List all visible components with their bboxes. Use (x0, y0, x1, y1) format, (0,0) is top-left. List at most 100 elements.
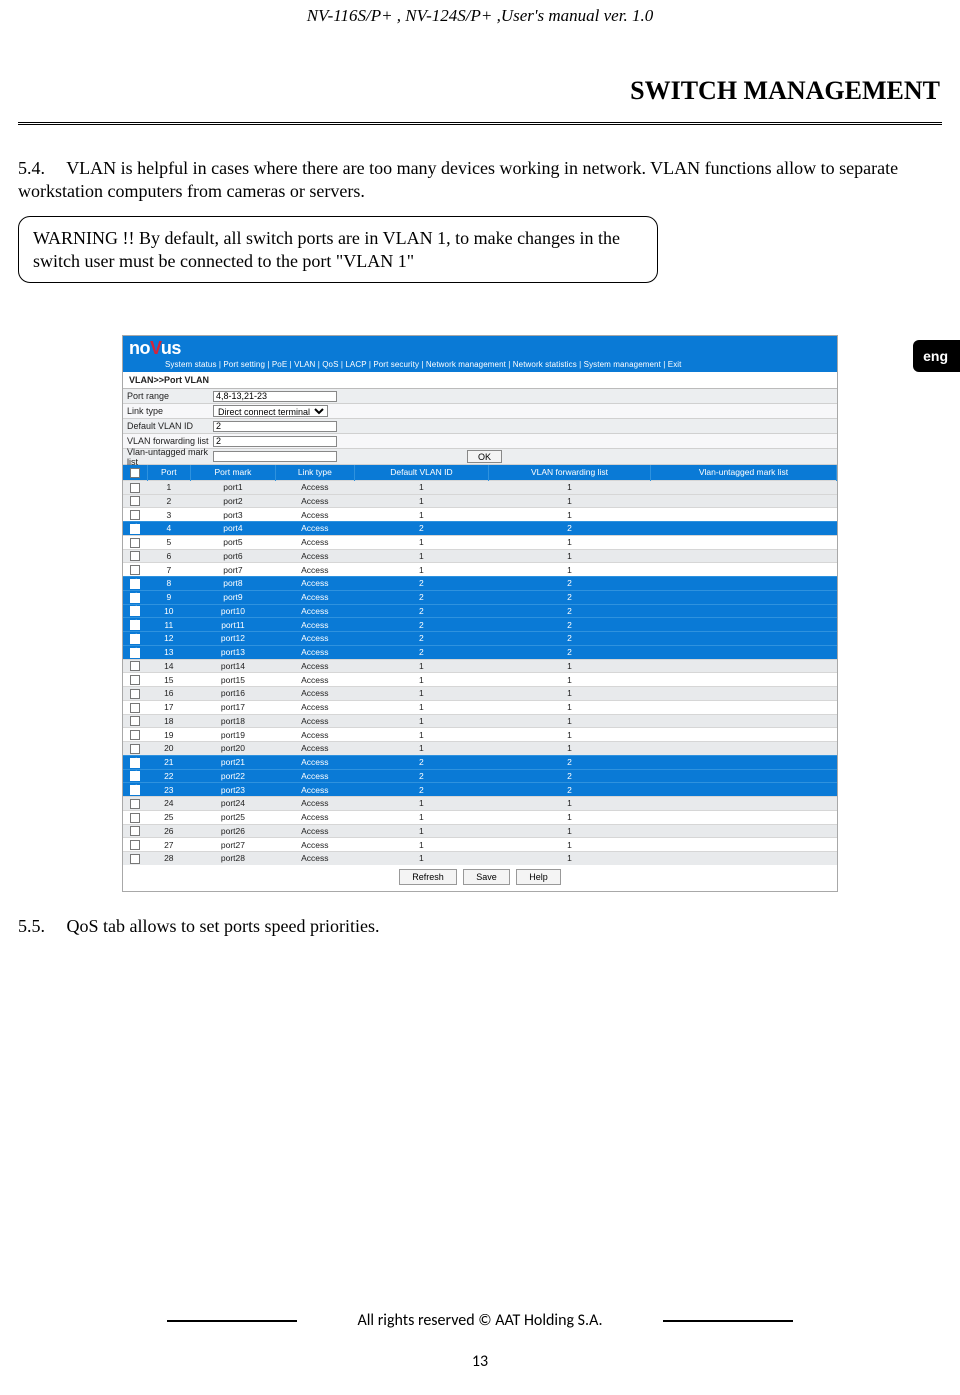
table-row[interactable]: 2port2Access11 (123, 494, 837, 508)
cell-checkbox[interactable] (123, 783, 147, 797)
input-port-range[interactable] (213, 391, 337, 402)
save-button[interactable]: Save (463, 869, 510, 885)
checkbox-icon[interactable] (130, 771, 140, 781)
table-row[interactable]: 19port19Access11 (123, 728, 837, 742)
cell-checkbox[interactable] (123, 645, 147, 659)
table-row[interactable]: 16port16Access11 (123, 687, 837, 701)
cell-checkbox[interactable] (123, 838, 147, 852)
table-row[interactable]: 7port7Access11 (123, 563, 837, 577)
cell-checkbox[interactable] (123, 797, 147, 811)
cell-checkbox[interactable] (123, 714, 147, 728)
cell-checkbox[interactable] (123, 700, 147, 714)
refresh-button[interactable]: Refresh (399, 869, 457, 885)
cell-checkbox[interactable] (123, 687, 147, 701)
table-row[interactable]: 26port26Access11 (123, 824, 837, 838)
table-row[interactable]: 23port23Access22 (123, 783, 837, 797)
cell-checkbox[interactable] (123, 728, 147, 742)
checkbox-icon[interactable] (130, 524, 140, 534)
cell-checkbox[interactable] (123, 755, 147, 769)
table-row[interactable]: 25port25Access11 (123, 810, 837, 824)
checkbox-icon[interactable] (130, 854, 140, 864)
table-row[interactable]: 13port13Access22 (123, 645, 837, 659)
checkbox-icon[interactable] (130, 593, 140, 603)
cell: 1 (488, 824, 650, 838)
cell: 15 (147, 673, 191, 687)
table-row[interactable]: 10port10Access22 (123, 604, 837, 618)
table-row[interactable]: 4port4Access22 (123, 522, 837, 536)
checkbox-icon[interactable] (130, 661, 140, 671)
checkbox-icon[interactable] (130, 648, 140, 658)
ok-button[interactable]: OK (467, 450, 502, 463)
checkbox-icon[interactable] (130, 496, 140, 506)
table-row[interactable]: 17port17Access11 (123, 700, 837, 714)
cell: port2 (191, 494, 276, 508)
cell-checkbox[interactable] (123, 852, 147, 865)
cell-checkbox[interactable] (123, 673, 147, 687)
table-row[interactable]: 21port21Access22 (123, 755, 837, 769)
cell-checkbox[interactable] (123, 494, 147, 508)
checkbox-icon[interactable] (130, 468, 140, 478)
cell-checkbox[interactable] (123, 535, 147, 549)
select-link-type[interactable]: Direct connect terminal (213, 405, 328, 417)
table-row[interactable]: 11port11Access22 (123, 618, 837, 632)
input-untagged[interactable] (213, 451, 337, 462)
checkbox-icon[interactable] (130, 551, 140, 561)
checkbox-icon[interactable] (130, 799, 140, 809)
table-row[interactable]: 6port6Access11 (123, 549, 837, 563)
input-default-vlan[interactable] (213, 421, 337, 432)
input-vlan-fwd[interactable] (213, 436, 337, 447)
checkbox-icon[interactable] (130, 785, 140, 795)
table-row[interactable]: 9port9Access22 (123, 590, 837, 604)
th-checkbox[interactable] (123, 465, 147, 480)
checkbox-icon[interactable] (130, 703, 140, 713)
top-menu[interactable]: System status | Port setting | PoE | VLA… (129, 359, 831, 372)
checkbox-icon[interactable] (130, 634, 140, 644)
checkbox-icon[interactable] (130, 744, 140, 754)
cell-checkbox[interactable] (123, 742, 147, 756)
cell-checkbox[interactable] (123, 618, 147, 632)
checkbox-icon[interactable] (130, 813, 140, 823)
cell-checkbox[interactable] (123, 632, 147, 646)
table-row[interactable]: 20port20Access11 (123, 742, 837, 756)
table-row[interactable]: 14port14Access11 (123, 659, 837, 673)
table-row[interactable]: 22port22Access22 (123, 769, 837, 783)
table-row[interactable]: 8port8Access22 (123, 577, 837, 591)
cell-checkbox[interactable] (123, 769, 147, 783)
cell-checkbox[interactable] (123, 563, 147, 577)
table-row[interactable]: 18port18Access11 (123, 714, 837, 728)
cell-checkbox[interactable] (123, 604, 147, 618)
cell-checkbox[interactable] (123, 577, 147, 591)
cell-checkbox[interactable] (123, 480, 147, 494)
cell-checkbox[interactable] (123, 659, 147, 673)
table-row[interactable]: 27port27Access11 (123, 838, 837, 852)
checkbox-icon[interactable] (130, 716, 140, 726)
cell-checkbox[interactable] (123, 508, 147, 522)
table-row[interactable]: 15port15Access11 (123, 673, 837, 687)
table-row[interactable]: 1port1Access11 (123, 480, 837, 494)
checkbox-icon[interactable] (130, 606, 140, 616)
checkbox-icon[interactable] (130, 565, 140, 575)
checkbox-icon[interactable] (130, 538, 140, 548)
checkbox-icon[interactable] (130, 510, 140, 520)
cell-checkbox[interactable] (123, 824, 147, 838)
checkbox-icon[interactable] (130, 620, 140, 630)
checkbox-icon[interactable] (130, 730, 140, 740)
help-button[interactable]: Help (516, 869, 561, 885)
table-row[interactable]: 28port28Access11 (123, 852, 837, 865)
cell-checkbox[interactable] (123, 522, 147, 536)
checkbox-icon[interactable] (130, 579, 140, 589)
cell-checkbox[interactable] (123, 549, 147, 563)
checkbox-icon[interactable] (130, 689, 140, 699)
checkbox-icon[interactable] (130, 758, 140, 768)
checkbox-icon[interactable] (130, 826, 140, 836)
cell-checkbox[interactable] (123, 810, 147, 824)
checkbox-icon[interactable] (130, 483, 140, 493)
table-row[interactable]: 24port24Access11 (123, 797, 837, 811)
cell-checkbox[interactable] (123, 590, 147, 604)
lang-tab[interactable]: eng (913, 340, 960, 372)
table-row[interactable]: 12port12Access22 (123, 632, 837, 646)
checkbox-icon[interactable] (130, 675, 140, 685)
checkbox-icon[interactable] (130, 840, 140, 850)
table-row[interactable]: 3port3Access11 (123, 508, 837, 522)
table-row[interactable]: 5port5Access11 (123, 535, 837, 549)
